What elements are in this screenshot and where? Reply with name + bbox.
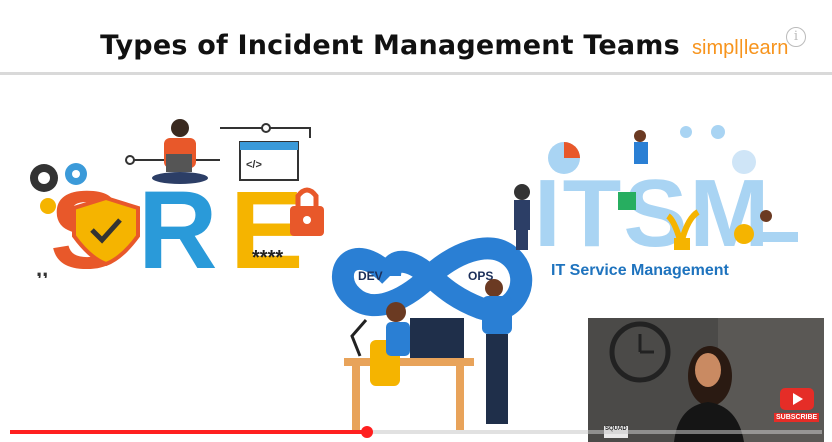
video-scrubber-handle[interactable]	[361, 426, 373, 438]
coin-icon	[734, 224, 754, 244]
svg-text:****: ****	[252, 247, 283, 269]
plant-icon	[674, 238, 690, 250]
checkbox-icon	[618, 192, 636, 210]
slide-title: Types of Incident Management Teams	[100, 30, 680, 61]
video-progress-fill	[10, 430, 367, 434]
info-icon[interactable]: i	[786, 27, 806, 47]
itsm-subtitle: IT Service Management	[551, 262, 729, 279]
itsm-illustration: ITSM	[514, 125, 798, 262]
presenter-video: SQUAD SUBSCRIBE	[588, 318, 824, 442]
presenter-face	[695, 353, 721, 387]
sre-letter-r: R	[138, 169, 217, 278]
simplilearn-logo: simpl|learn	[692, 37, 789, 59]
monitor-icon	[410, 318, 464, 358]
svg-text:ITSM: ITSM	[534, 160, 771, 262]
svg-text:DEV: DEV	[358, 269, 383, 283]
sre-illustration: </> S R E **** ,,	[30, 119, 324, 278]
devops-illustration: DEV OPS	[332, 237, 533, 430]
header-divider	[0, 72, 832, 75]
person-icon	[514, 184, 530, 200]
lamp-icon	[350, 319, 368, 357]
person-icon	[634, 130, 646, 142]
svg-text:,,: ,,	[36, 256, 48, 278]
person-icon	[171, 119, 189, 137]
subscribe-play-icon[interactable]	[780, 388, 814, 410]
subscribe-button[interactable]: SUBSCRIBE	[774, 413, 820, 422]
avatar-icon	[732, 150, 756, 174]
